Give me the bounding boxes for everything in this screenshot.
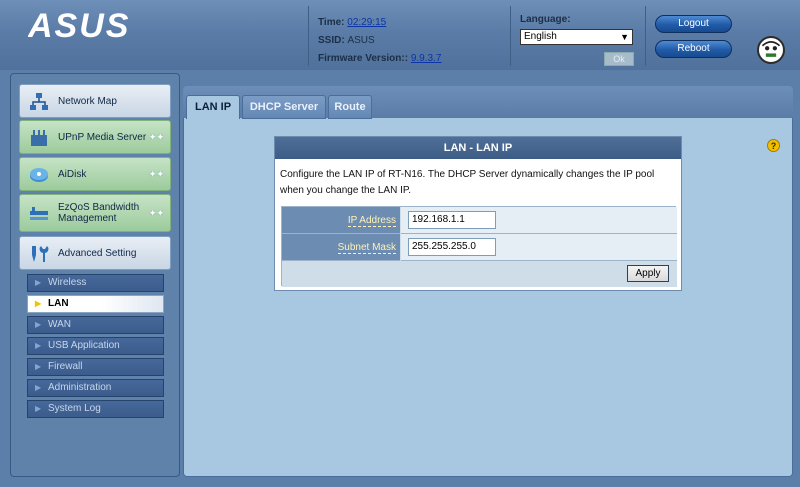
sparkle-icon: ✦✦ bbox=[148, 132, 164, 142]
sidebar-item-wan[interactable]: ▶ WAN bbox=[27, 316, 164, 334]
sidebar-item-label: Wireless bbox=[48, 277, 87, 288]
nav-upnp-media-server[interactable]: UPnP Media Server ✦✦ bbox=[19, 120, 171, 154]
tab-route[interactable]: Route bbox=[328, 95, 372, 119]
nav-label: UPnP Media Server bbox=[58, 131, 147, 143]
sparkle-icon: ✦✦ bbox=[148, 169, 164, 179]
sidebar-item-label: Firewall bbox=[48, 361, 83, 372]
chevron-down-icon: ▼ bbox=[620, 32, 629, 42]
lan-ip-form: IP Address 192.168.1.1 Subnet Mask 255.2… bbox=[281, 206, 677, 287]
ssid-value: ASUS bbox=[347, 35, 375, 46]
triangle-right-icon: ▶ bbox=[35, 362, 42, 371]
header-divider bbox=[308, 6, 309, 66]
time-label: Time: bbox=[318, 17, 345, 28]
sidebar-item-label: Administration bbox=[48, 382, 112, 393]
tools-icon bbox=[32, 246, 49, 262]
network-map-icon bbox=[30, 93, 48, 110]
ssid-label: SSID: bbox=[318, 35, 345, 46]
nav-advanced-setting[interactable]: Advanced Setting bbox=[19, 236, 171, 270]
nav-ezqos[interactable]: EzQoS Bandwidth Management ✦✦ bbox=[19, 194, 171, 232]
subnet-mask-label: Subnet Mask bbox=[282, 234, 400, 261]
firmware-label: Firmware Version:: bbox=[318, 53, 409, 64]
nav-label: EzQoS Bandwidth Management bbox=[58, 202, 140, 224]
triangle-right-icon: ▶ bbox=[35, 320, 42, 329]
panel-title: LAN - LAN IP bbox=[275, 137, 681, 159]
subnet-mask-cell: 255.255.255.0 bbox=[401, 234, 677, 261]
triangle-right-icon: ▶ bbox=[35, 278, 42, 287]
ip-address-input[interactable]: 192.168.1.1 bbox=[408, 211, 496, 229]
apply-row: Apply bbox=[282, 261, 677, 287]
triangle-right-icon: ▶ bbox=[35, 383, 42, 392]
ip-address-label: IP Address bbox=[282, 207, 400, 234]
logout-button[interactable]: Logout bbox=[655, 15, 732, 33]
firmware-link[interactable]: 9.9.3.7 bbox=[411, 53, 442, 64]
nav-aidisk[interactable]: AiDisk ✦✦ bbox=[19, 157, 171, 191]
reboot-button[interactable]: Reboot bbox=[655, 40, 732, 58]
status-info: Time: 02:29:15 SSID: ASUS Firmware Versi… bbox=[318, 14, 441, 68]
aidisk-icon bbox=[30, 168, 48, 182]
language-selected: English bbox=[524, 31, 557, 42]
tab-lan-ip[interactable]: LAN IP bbox=[186, 95, 240, 119]
panel-description: Configure the LAN IP of RT-N16. The DHCP… bbox=[280, 169, 655, 196]
header-divider bbox=[645, 6, 646, 66]
sidebar-item-usb-application[interactable]: ▶ USB Application bbox=[27, 337, 164, 355]
ezqos-icon bbox=[30, 207, 48, 220]
language-label: Language: bbox=[520, 14, 571, 25]
mascot-icon bbox=[757, 36, 785, 64]
tab-dhcp-server[interactable]: DHCP Server bbox=[242, 95, 326, 119]
nav-label: Network Map bbox=[58, 95, 117, 107]
subnet-mask-row: Subnet Mask 255.255.255.0 bbox=[282, 234, 677, 261]
sidebar-item-system-log[interactable]: ▶ System Log bbox=[27, 400, 164, 418]
sidebar-item-firewall[interactable]: ▶ Firewall bbox=[27, 358, 164, 376]
subnet-mask-input[interactable]: 255.255.255.0 bbox=[408, 238, 496, 256]
media-server-icon bbox=[31, 130, 47, 146]
sidebar-item-label: System Log bbox=[48, 403, 101, 414]
top-header: ASUS Time: 02:29:15 SSID: ASUS Firmware … bbox=[0, 0, 800, 70]
language-select[interactable]: English ▼ bbox=[520, 29, 633, 45]
triangle-right-icon: ▶ bbox=[35, 404, 42, 413]
ip-address-row: IP Address 192.168.1.1 bbox=[282, 207, 677, 234]
sidebar-item-label: LAN bbox=[48, 298, 69, 309]
sidebar-item-wireless[interactable]: ▶ Wireless bbox=[27, 274, 164, 292]
language-section: Language: English ▼ bbox=[520, 14, 640, 45]
nav-network-map[interactable]: Network Map bbox=[19, 84, 171, 118]
sidebar-item-label: USB Application bbox=[48, 340, 120, 351]
asus-logo: ASUS bbox=[28, 10, 130, 40]
sparkle-icon: ✦✦ bbox=[148, 208, 164, 218]
lan-ip-panel: LAN - LAN IP Configure the LAN IP of RT-… bbox=[274, 136, 682, 291]
sidebar-item-label: WAN bbox=[48, 319, 71, 330]
time-link[interactable]: 02:29:15 bbox=[347, 17, 386, 28]
svg-text:ASUS: ASUS bbox=[28, 10, 130, 40]
nav-label: Advanced Setting bbox=[58, 247, 137, 259]
triangle-right-icon: ▶ bbox=[35, 341, 42, 350]
nav-label: AiDisk bbox=[58, 168, 87, 180]
apply-button[interactable]: Apply bbox=[627, 265, 669, 282]
language-ok-button[interactable]: Ok bbox=[604, 52, 634, 66]
sidebar-item-administration[interactable]: ▶ Administration bbox=[27, 379, 164, 397]
sidebar-item-lan[interactable]: ▶ LAN bbox=[27, 295, 164, 313]
header-divider bbox=[510, 6, 511, 66]
triangle-right-icon: ▶ bbox=[35, 299, 42, 308]
ip-address-cell: 192.168.1.1 bbox=[401, 207, 677, 234]
help-icon[interactable]: ? bbox=[767, 139, 780, 152]
